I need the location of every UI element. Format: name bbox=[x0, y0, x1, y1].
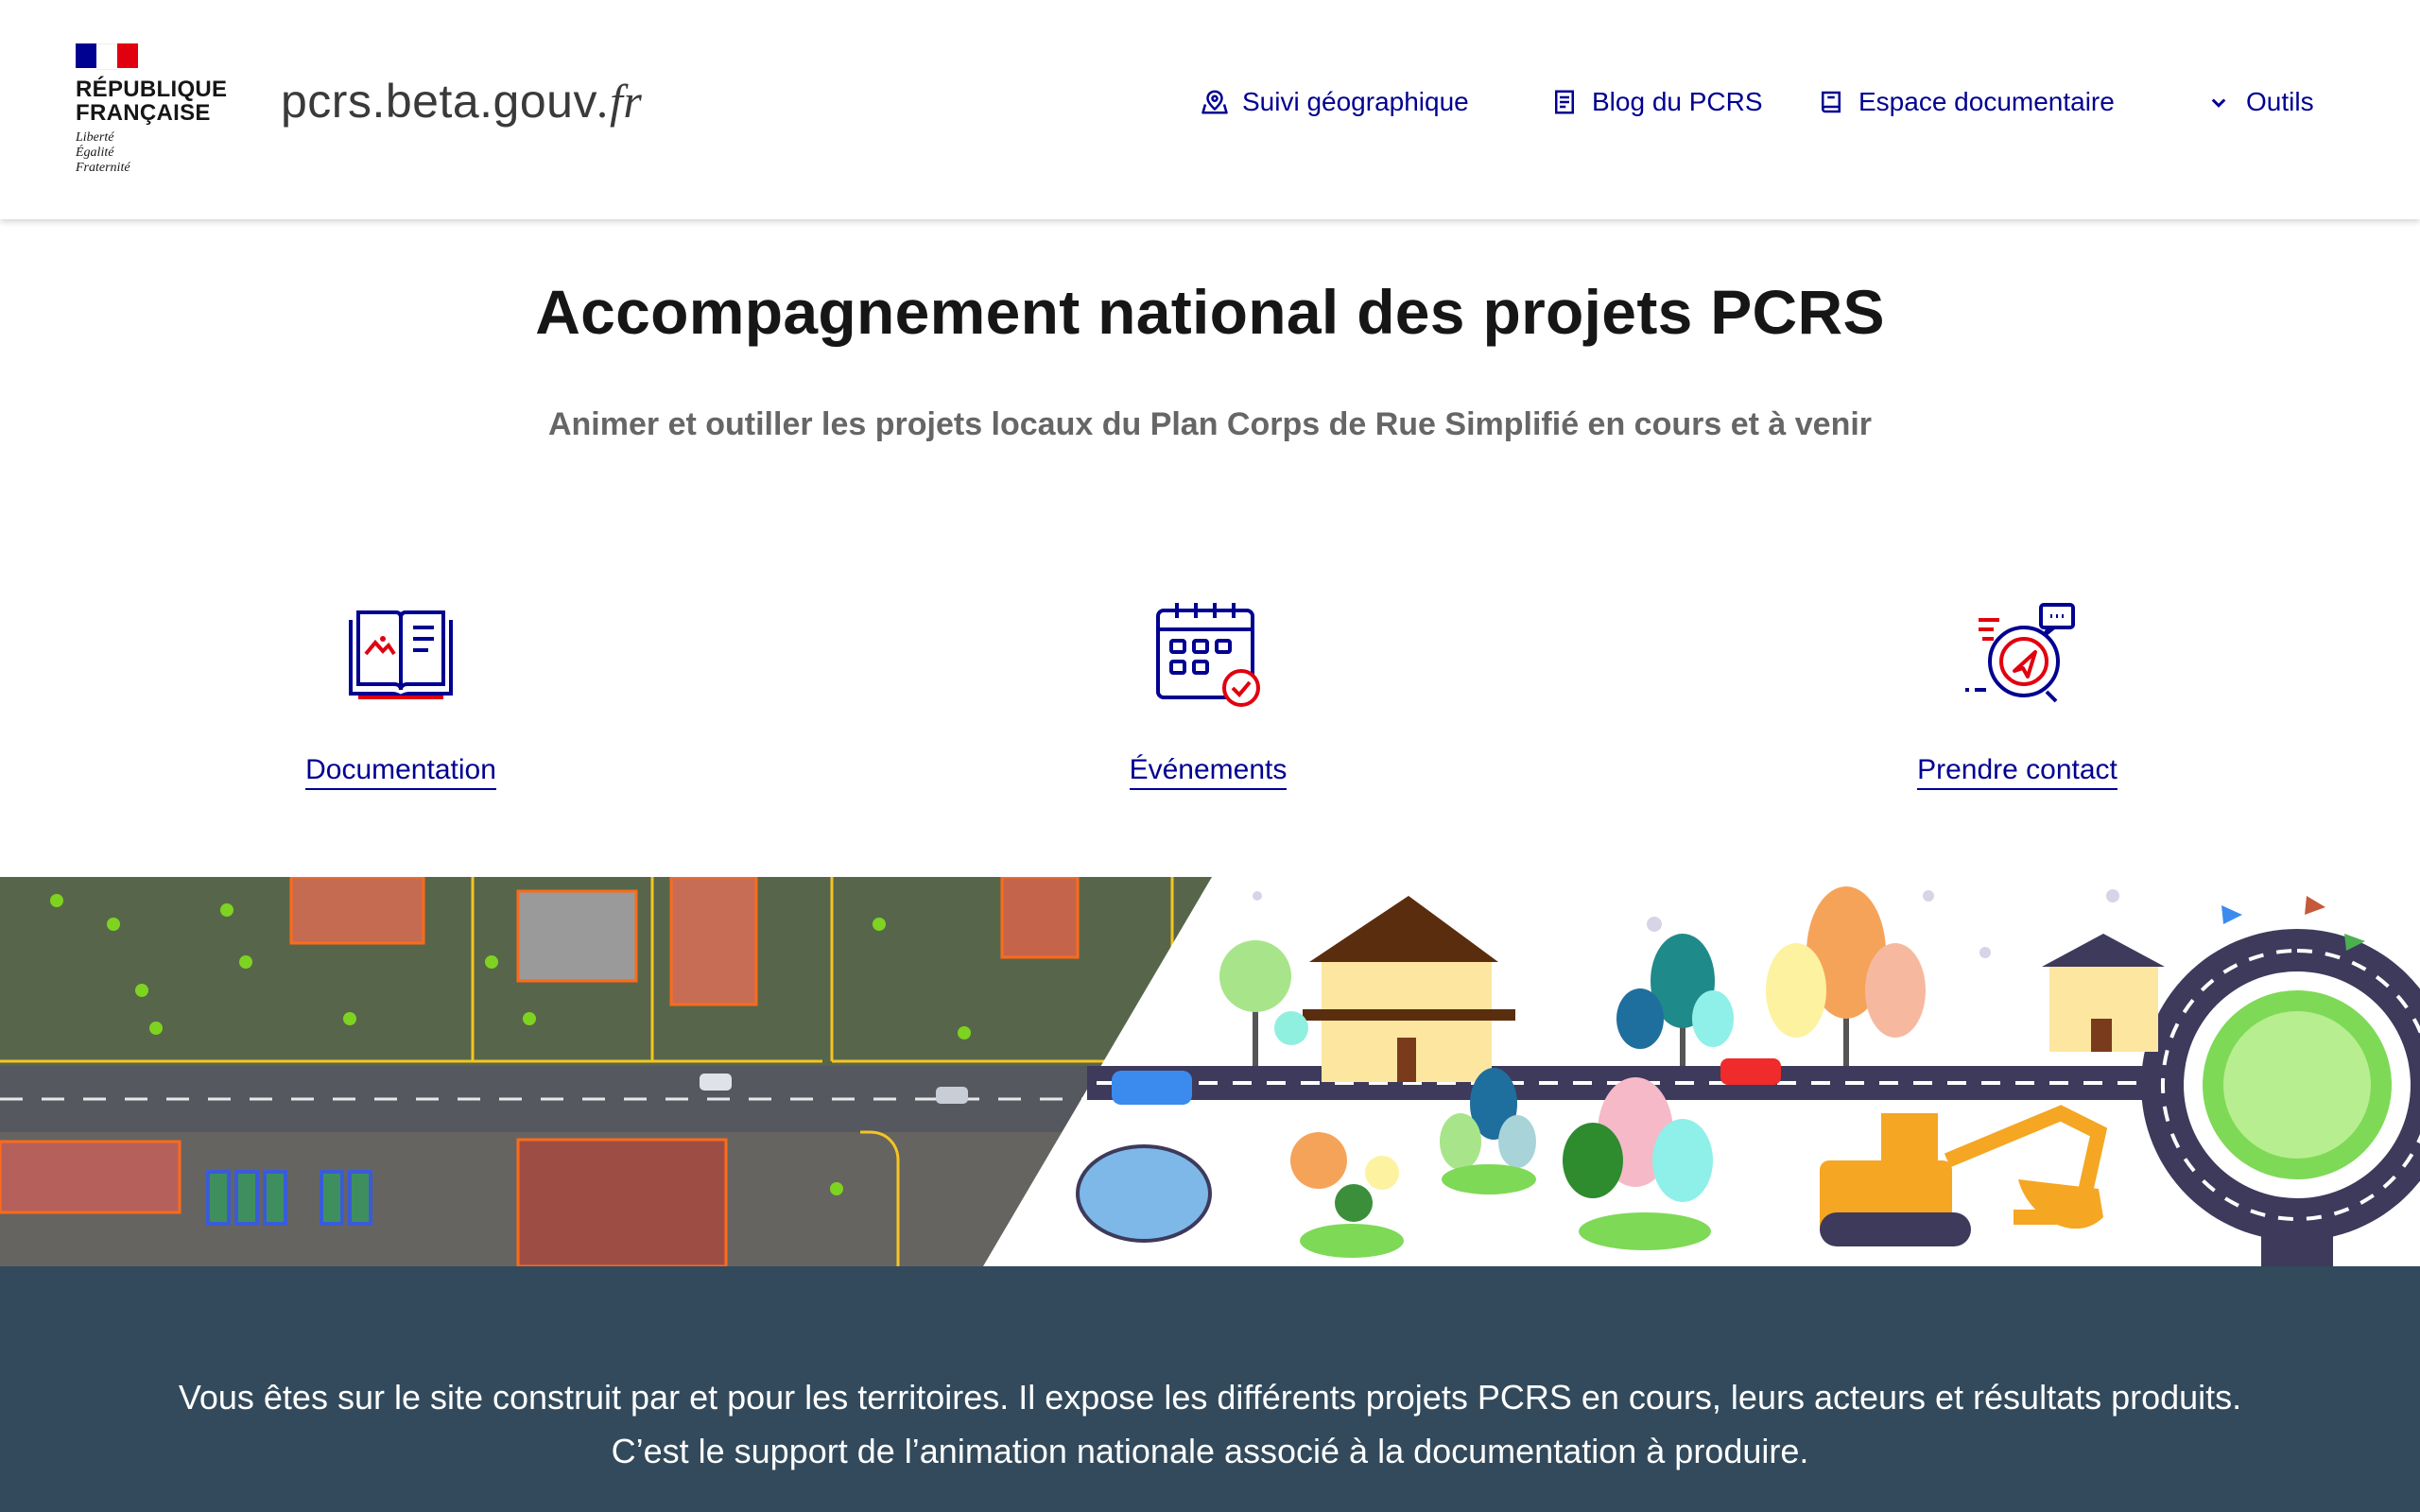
site-name-text: pcrs.beta.gouv bbox=[281, 75, 597, 128]
documentation-link[interactable]: Documentation bbox=[305, 754, 496, 790]
motto-fraternite: Fraternité bbox=[76, 161, 130, 175]
open-book-icon bbox=[349, 610, 453, 699]
site-header: RÉPUBLIQUE FRANÇAISE Liberté Égalité Fra… bbox=[0, 0, 2420, 219]
article-icon bbox=[1555, 90, 1574, 114]
evenements-link[interactable]: Événements bbox=[1129, 754, 1288, 790]
republic-motto: Liberté Égalité Fraternité bbox=[76, 130, 236, 176]
nav-outils[interactable]: Outils bbox=[2204, 87, 2314, 117]
pcrs-illustration-banner bbox=[0, 877, 2420, 1266]
nav-label: Outils bbox=[2246, 87, 2314, 116]
republic-line-2: FRANÇAISE bbox=[76, 100, 211, 126]
book-icon bbox=[1822, 91, 1841, 113]
nav-label: Espace documentaire bbox=[1858, 87, 2115, 116]
tile-documentation: Documentation bbox=[212, 592, 590, 790]
nav-label: Suivi géographique bbox=[1242, 87, 1469, 116]
nav-espace-documentaire[interactable]: Espace documentaire bbox=[1817, 87, 2115, 117]
page-subtitle: Animer et outiller les projets locaux du… bbox=[547, 406, 1873, 442]
chevron-down-icon bbox=[2211, 98, 2226, 108]
republic-name: RÉPUBLIQUE FRANÇAISE bbox=[76, 77, 236, 125]
map-pin-icon bbox=[1201, 90, 1228, 114]
nav-label: Blog du PCRS bbox=[1592, 87, 1763, 116]
contact-chat-icon bbox=[1965, 603, 2075, 703]
republique-francaise-logo[interactable]: RÉPUBLIQUE FRANÇAISE Liberté Égalité Fra… bbox=[76, 43, 236, 185]
tile-evenements: Événements bbox=[1019, 592, 1397, 790]
site-home-link[interactable]: pcrs.beta.gouv.fr bbox=[281, 74, 642, 129]
prendre-contact-link[interactable]: Prendre contact bbox=[1917, 754, 2118, 790]
calendar-check-icon bbox=[1156, 603, 1260, 707]
pcrs-illustration-image bbox=[0, 877, 2420, 1266]
page-title: Accompagnement national des projets PCRS bbox=[535, 277, 1885, 347]
nav-suivi-geographique[interactable]: Suivi géographique bbox=[1201, 87, 1469, 117]
motto-liberte: Liberté bbox=[76, 130, 114, 145]
tile-prendre-contact: Prendre contact bbox=[1828, 592, 2206, 790]
site-tld-text: .fr bbox=[596, 75, 643, 128]
intro-section: Vous êtes sur le site construit par et p… bbox=[0, 1266, 2420, 1512]
nav-blog[interactable]: Blog du PCRS bbox=[1550, 87, 1763, 117]
motto-egalite: Égalité bbox=[76, 146, 114, 160]
republic-line-1: RÉPUBLIQUE bbox=[76, 77, 228, 102]
intro-text: Vous êtes sur le site construit par et p… bbox=[178, 1378, 2242, 1470]
french-flag-icon bbox=[76, 43, 138, 70]
